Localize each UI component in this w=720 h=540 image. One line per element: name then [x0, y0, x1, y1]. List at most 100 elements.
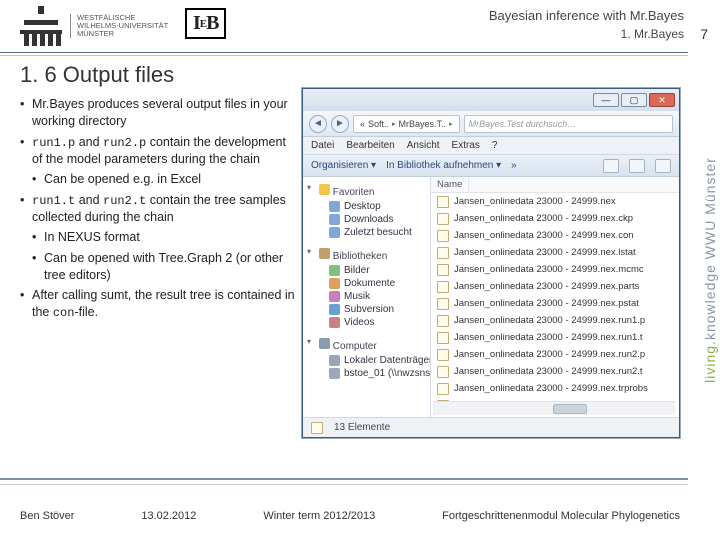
t: and [75, 135, 103, 149]
preview-icon[interactable] [629, 159, 645, 173]
header: WESTFÄLISCHE WILHELMS-UNIVERSITÄT MÜNSTE… [0, 0, 720, 55]
file-row[interactable]: Jansen_onlinedata 23000 - 24999.nex.run2… [431, 363, 679, 380]
wwu-text: WESTFÄLISCHE WILHELMS-UNIVERSITÄT MÜNSTE… [70, 14, 168, 39]
footer-module: Fortgeschrittenenmodul Molecular Phyloge… [442, 510, 680, 522]
bullet-2: run1.p and run2.p contain the developmen… [20, 134, 295, 188]
sidebar-videos[interactable]: Videos [305, 316, 428, 329]
file-row[interactable]: Jansen_onlinedata 23000 - 24999.nex.lsta… [431, 244, 679, 261]
rule-top-2 [0, 55, 688, 56]
file-row[interactable]: Jansen_onlinedata 23000 - 24999.nex.mcmc [431, 261, 679, 278]
status-text: 13 Elemente [334, 422, 390, 433]
back-button[interactable]: ◄ [309, 115, 327, 133]
file-icon [437, 383, 449, 395]
close-button[interactable]: ✕ [649, 93, 675, 107]
file-name: Jansen_onlinedata 23000 - 24999.nex.con [454, 230, 634, 241]
explorer-window: — ▢ ✕ ◄ ► « Soft.. ▸ MrBayes.T.. ▸ MrBay… [302, 88, 680, 438]
documents-icon [329, 278, 340, 289]
l: Subversion [344, 304, 394, 315]
file-icon [437, 196, 449, 208]
file-list-header[interactable]: Name [431, 177, 679, 193]
file-icon [437, 281, 449, 293]
videos-icon [329, 317, 340, 328]
file-row[interactable]: Jansen_onlinedata 23000 - 24999.nex.trpr… [431, 380, 679, 397]
sidebar-documents[interactable]: Dokumente [305, 277, 428, 290]
rule-bottom-1 [0, 478, 688, 480]
l: Dokumente [344, 278, 395, 289]
breadcrumb[interactable]: « Soft.. ▸ MrBayes.T.. ▸ [353, 115, 460, 133]
l: Desktop [344, 201, 381, 212]
maximize-button[interactable]: ▢ [621, 93, 647, 107]
file-icon [437, 213, 449, 225]
crumb-1: Soft.. [368, 119, 389, 129]
help-icon[interactable] [655, 159, 671, 173]
sidebar-pictures[interactable]: Bilder [305, 264, 428, 277]
file-icon [437, 247, 449, 259]
toolbar: Organisieren ▾ In Bibliothek aufnehmen ▾… [303, 155, 679, 177]
file-row[interactable]: Jansen_onlinedata 23000 - 24999.nex.ckp [431, 210, 679, 227]
bullet-1-text: Mr.Bayes produces several output files i… [32, 97, 288, 128]
scrollbar-thumb[interactable] [553, 404, 587, 414]
star-icon [319, 184, 330, 195]
music-icon [329, 291, 340, 302]
code-run1p: run1.p [32, 136, 75, 150]
window-titlebar[interactable]: — ▢ ✕ [303, 89, 679, 111]
footer-term: Winter term 2012/2013 [263, 510, 375, 522]
sidebar-subversion[interactable]: Subversion [305, 303, 428, 316]
menu-view[interactable]: Ansicht [407, 140, 440, 151]
l: Zuletzt besucht [344, 227, 412, 238]
file-name: Jansen_onlinedata 23000 - 24999.nex.lsta… [454, 247, 636, 258]
l: Videos [344, 317, 374, 328]
crumb-2: MrBayes.T.. [399, 119, 447, 129]
section-label: 1. Mr.Bayes [489, 27, 684, 41]
file-row[interactable]: Jansen_onlinedata 23000 - 24999.nex.part… [431, 278, 679, 295]
l: Favoriten [333, 187, 375, 198]
menu-edit[interactable]: Bearbeiten [346, 140, 394, 151]
sidebar-recent[interactable]: Zuletzt besucht [305, 226, 428, 239]
status-bar: 13 Elemente [303, 417, 679, 437]
file-row[interactable]: Jansen_onlinedata 23000 - 24999.nex [431, 193, 679, 210]
footer-author: Ben Stöver [20, 510, 74, 522]
menu-bar: Datei Bearbeiten Ansicht Extras ? [303, 137, 679, 155]
menu-file[interactable]: Datei [311, 140, 334, 151]
horizontal-scrollbar[interactable] [433, 401, 675, 415]
sidebar-music[interactable]: Musik [305, 290, 428, 303]
sidebar-desktop[interactable]: Desktop [305, 200, 428, 213]
slide: WESTFÄLISCHE WILHELMS-UNIVERSITÄT MÜNSTE… [0, 0, 720, 540]
desktop-icon [329, 201, 340, 212]
sidebar-disk-network[interactable]: bstoe_01 (\\nwzsns) [305, 367, 428, 380]
file-row[interactable]: Jansen_onlinedata 23000 - 24999.nex.con [431, 227, 679, 244]
sidebar-favorites[interactable]: Favoriten [305, 181, 428, 200]
file-name: Jansen_onlinedata 23000 - 24999.nex.run1… [454, 315, 645, 326]
col-name: Name [431, 177, 469, 192]
file-row[interactable]: Jansen_onlinedata 23000 - 24999.nex.run2… [431, 346, 679, 363]
toolbar-share[interactable]: » [511, 160, 517, 171]
sidebar-downloads[interactable]: Downloads [305, 213, 428, 226]
forward-button[interactable]: ► [331, 115, 349, 133]
file-name: Jansen_onlinedata 23000 - 24999.nex.run1… [454, 332, 643, 343]
sidebar-computer[interactable]: Computer [305, 335, 428, 354]
page-number: 7 [700, 26, 708, 42]
file-row[interactable]: Jansen_onlinedata 23000 - 24999.nex.run1… [431, 329, 679, 346]
nav-bar: ◄ ► « Soft.. ▸ MrBayes.T.. ▸ MrBayes.Tes… [303, 111, 679, 137]
sidebar-libraries[interactable]: Bibliotheken [305, 245, 428, 264]
menu-help[interactable]: ? [492, 140, 498, 151]
toolbar-organize[interactable]: Organisieren ▾ [311, 160, 376, 171]
header-right: Bayesian inference with Mr.Bayes 1. Mr.B… [489, 8, 684, 41]
subversion-icon [329, 304, 340, 315]
l: Lokaler Datenträger [344, 355, 431, 366]
file-icon [437, 366, 449, 378]
file-row[interactable]: Jansen_onlinedata 23000 - 24999.nex.psta… [431, 295, 679, 312]
side-text: living.knowledge WWU Münster [702, 157, 718, 383]
code-run2t: run2.t [103, 194, 146, 208]
sidebar-disk-local[interactable]: Lokaler Datenträger [305, 354, 428, 367]
view-icon[interactable] [603, 159, 619, 173]
disk-icon [329, 368, 340, 379]
l: Musik [344, 291, 370, 302]
file-icon [437, 349, 449, 361]
minimize-button[interactable]: — [593, 93, 619, 107]
toolbar-include[interactable]: In Bibliothek aufnehmen ▾ [386, 160, 501, 171]
file-row[interactable]: Jansen_onlinedata 23000 - 24999.nex.run1… [431, 312, 679, 329]
search-input[interactable]: MrBayes.Test durchsuch… [464, 115, 673, 133]
wwu-mark-icon [20, 6, 62, 46]
menu-extras[interactable]: Extras [452, 140, 480, 151]
